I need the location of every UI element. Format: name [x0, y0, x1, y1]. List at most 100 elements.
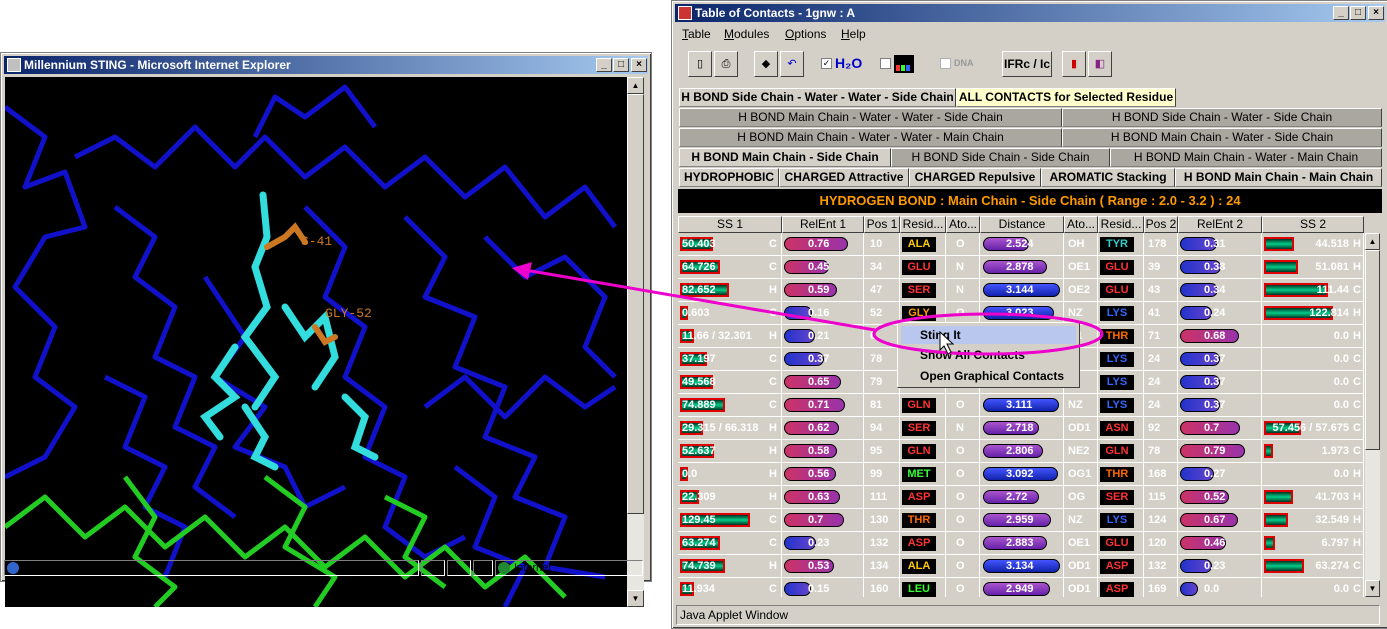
menu-item-show-all-contacts[interactable]: Show All Contacts [920, 348, 1025, 362]
atom1-cell: O [946, 509, 980, 531]
table-row[interactable]: 52.637 H 0.58 95 GLN O 2.806 NE2 GLN 78 0.79 1.973 C [678, 440, 1364, 463]
col-header-ss1[interactable]: SS 1 [678, 216, 782, 233]
tab-hbond-mc-mc[interactable]: H BOND Main Chain - Main Chain [1175, 168, 1382, 187]
context-menu: Sting It Show All Contacts Open Graphica… [897, 322, 1080, 388]
atom2-cell: NE2 [1064, 440, 1098, 462]
ie-vertical-scrollbar[interactable]: ▲ ▼ [627, 77, 644, 607]
menu-modules[interactable]: Modules [724, 27, 769, 41]
contacts-table[interactable]: 50.403 C 0.76 10 ALA O 2.524 OH TYR 178 0.31 44.518… [678, 233, 1364, 597]
tab-aromatic-stacking[interactable]: AROMATIC Stacking [1041, 168, 1175, 187]
table-row[interactable]: 22.309 H 0.63 111 ASP O 2.72 OG SER 115 0.52 41.703… [678, 486, 1364, 509]
col-header-atom2[interactable]: Ato... [1064, 216, 1098, 233]
tab-hbond-mc-water-sc[interactable]: H BOND Main Chain - Water - Side Chain [1062, 128, 1382, 147]
atom2-cell: OG [1064, 486, 1098, 508]
print-icon[interactable]: ⎙ [714, 51, 738, 77]
tab-hbond-sc-water-water-sc[interactable]: H BOND Side Chain - Water - Water - Side… [679, 88, 956, 107]
tab-hbond-mc-sc[interactable]: H BOND Main Chain - Side Chain [679, 148, 891, 167]
tab-charged-attractive[interactable]: CHARGED Attractive [779, 168, 909, 187]
atom1-cell: N [946, 256, 980, 278]
col-header-atom1[interactable]: Ato... [946, 216, 980, 233]
ss1-value: 0.0 [682, 468, 698, 480]
table-vertical-scrollbar[interactable]: ▲ ▼ [1365, 233, 1380, 597]
ss2-value: 6.797 [1321, 537, 1349, 549]
new-document-icon[interactable]: ▯ [688, 51, 712, 77]
pos2-cell: 120 [1144, 532, 1178, 554]
table-row[interactable]: 82.652 H 0.59 47 SER N 3.144 OE2 GLU 43 0.34 111.44… [678, 279, 1364, 302]
molecule-viewer[interactable]: S-41 GLY-52 [5, 77, 627, 607]
minimize-icon[interactable]: _ [1333, 6, 1349, 20]
water-checkbox[interactable]: ✓ [821, 58, 832, 69]
ss1-cell: 129.45 C [678, 509, 782, 531]
ifrc-button[interactable]: IFRc / Ic [1002, 51, 1052, 77]
color-checkbox[interactable] [880, 58, 891, 69]
pos1-value: 34 [870, 261, 883, 273]
relent1-value: 0.63 [808, 491, 830, 503]
table-row[interactable]: 129.45 C 0.7 130 THR O 2.959 NZ LYS 124 0.67 32.549… [678, 509, 1364, 532]
ss1-type: H [769, 468, 777, 480]
table-row[interactable]: 74.889 C 0.71 81 GLN O 3.111 NZ LYS 24 0.37 0.0 C [678, 394, 1364, 417]
scroll-up-icon[interactable]: ▲ [627, 77, 644, 94]
ss1-cell: 63.274 C [678, 532, 782, 554]
resid2-badge: THR [1100, 467, 1134, 482]
tab-hbond-mc-water-water-sc[interactable]: H BOND Main Chain - Water - Water - Side… [679, 108, 1062, 127]
book-icon[interactable]: ◧ [1088, 51, 1112, 77]
pos2-cell: 178 [1144, 233, 1178, 255]
menu-item-sting-it[interactable]: Sting It [901, 326, 1076, 344]
menu-table[interactable]: Table [682, 27, 711, 41]
resid1-badge: GLN [902, 398, 936, 413]
undo-icon[interactable]: ↶ [780, 51, 804, 77]
table-row[interactable]: 0.0 H 0.56 99 MET O 3.092 OG1 THR 168 0.27 0.0 H [678, 463, 1364, 486]
status-text: Chime script completed. [4, 560, 419, 576]
distance-cell: 2.949 [980, 578, 1064, 597]
table-row[interactable]: 74.739 H 0.53 134 ALA O 3.134 OD1 ASP 132 0.23 63.2… [678, 555, 1364, 578]
atom1-value: N [956, 284, 964, 296]
tab-hbond-sc-water-sc[interactable]: H BOND Side Chain - Water - Side Chain [1062, 108, 1382, 127]
resid1-cell: THR [900, 509, 946, 531]
col-header-pos2[interactable]: Pos 2 [1144, 216, 1178, 233]
tab-hbond-sc-sc[interactable]: H BOND Side Chain - Side Chain [891, 148, 1110, 167]
col-header-relent2[interactable]: RelEnt 2 [1178, 216, 1262, 233]
table-row[interactable]: 50.403 C 0.76 10 ALA O 2.524 OH TYR 178 0.31 44.518… [678, 233, 1364, 256]
col-header-ss2[interactable]: SS 2 [1262, 216, 1364, 233]
tab-hydrophobic[interactable]: HYDROPHOBIC [679, 168, 779, 187]
pos1-cell: 6 [864, 325, 900, 347]
scroll-thumb[interactable] [1365, 250, 1380, 450]
relent2-value: 0.27 [1204, 468, 1226, 480]
atom1-cell: O [946, 578, 980, 597]
scroll-thumb[interactable] [627, 94, 644, 514]
tab-all-contacts[interactable]: ALL CONTACTS for Selected Residue [956, 88, 1176, 107]
close-icon[interactable]: × [631, 58, 647, 72]
menu-options[interactable]: Options [785, 27, 826, 41]
col-header-resid1[interactable]: Resid... [900, 216, 946, 233]
scroll-down-icon[interactable]: ▼ [627, 590, 644, 607]
pos1-cell: 99 [864, 463, 900, 485]
close-icon[interactable]: × [1368, 6, 1384, 20]
bar-chart-icon[interactable]: ▮ [1062, 51, 1086, 77]
ss2-value: 0.0 [1333, 353, 1349, 365]
minimize-icon[interactable]: _ [596, 58, 612, 72]
ss1-type: H [769, 330, 777, 342]
table-row[interactable]: 63.274 C 0.23 132 ASP O 2.883 OE1 GLU 120 0.46 6.79… [678, 532, 1364, 555]
table-row[interactable]: 64.726 C 0.45 34 GLU N 2.878 OE1 GLU 39 0.38 51.081… [678, 256, 1364, 279]
scroll-down-icon[interactable]: ▼ [1365, 580, 1380, 597]
table-row[interactable]: 29.315 / 66.318 H 0.62 94 SER N 2.718 OD1 ASN 92 0… [678, 417, 1364, 440]
tab-hbond-mc-water-water-mc[interactable]: H BOND Main Chain - Water - Water - Main… [679, 128, 1062, 147]
scroll-up-icon[interactable]: ▲ [1365, 233, 1380, 250]
col-header-pos1[interactable]: Pos 1 [864, 216, 900, 233]
pos2-value: 24 [1148, 353, 1161, 365]
relent2-value: 0.37 [1204, 376, 1226, 388]
col-header-resid2[interactable]: Resid... [1098, 216, 1144, 233]
col-header-relent1[interactable]: RelEnt 1 [782, 216, 864, 233]
table-row[interactable]: 11.934 C 0.15 160 LEU O 2.949 OD1 ASP 169 0.0 0.0 C [678, 578, 1364, 597]
distance-cell: 2.72 [980, 486, 1064, 508]
resid2-badge: TYR [1100, 237, 1134, 252]
menu-help[interactable]: Help [841, 27, 866, 41]
tab-hbond-mc-water-mc[interactable]: H BOND Main Chain - Water - Main Chain [1110, 148, 1382, 167]
tab-charged-repulsive[interactable]: CHARGED Repulsive [909, 168, 1041, 187]
relent2-cell: 0.79 [1178, 440, 1262, 462]
col-header-distance[interactable]: Distance [980, 216, 1064, 233]
maximize-icon[interactable]: □ [613, 58, 629, 72]
menu-item-open-graphical-contacts[interactable]: Open Graphical Contacts [920, 369, 1064, 383]
maximize-icon[interactable]: □ [1350, 6, 1366, 20]
open-folder-icon[interactable]: ◆ [754, 51, 778, 77]
